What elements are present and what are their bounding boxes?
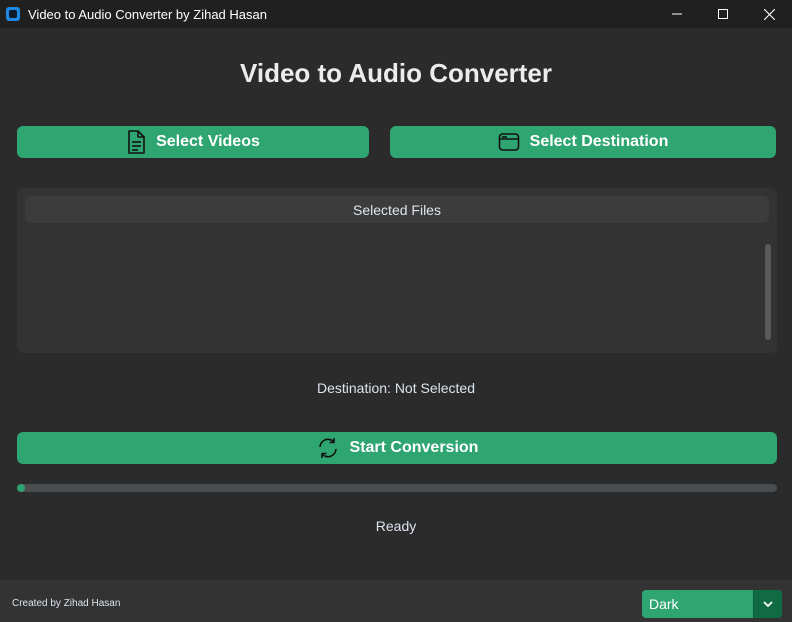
maximize-button[interactable]	[700, 0, 746, 28]
minimize-button[interactable]	[654, 0, 700, 28]
minimize-icon	[672, 9, 682, 19]
document-icon	[126, 130, 146, 154]
select-destination-label: Select Destination	[529, 133, 669, 150]
theme-dropdown[interactable]: Dark	[642, 590, 782, 618]
close-icon	[763, 8, 775, 20]
destination-label: Destination: Not Selected	[317, 380, 475, 396]
close-button[interactable]	[746, 0, 792, 28]
select-videos-label: Select Videos	[156, 133, 260, 150]
chevron-down-icon[interactable]	[753, 590, 782, 618]
footer: Created by Zihad Hasan Dark	[0, 580, 792, 622]
title-bar: Video to Audio Converter by Zihad Hasan	[0, 0, 792, 28]
selected-files-header: Selected Files	[25, 196, 769, 223]
selected-files-panel[interactable]: Selected Files	[17, 188, 777, 353]
folder-icon	[498, 132, 520, 152]
maximize-icon	[718, 9, 728, 19]
page-title: Video to Audio Converter	[239, 58, 553, 88]
window-controls	[654, 0, 792, 28]
progress-bar	[17, 484, 777, 492]
theme-dropdown-value: Dark	[649, 596, 679, 612]
start-conversion-label: Start Conversion	[349, 439, 479, 456]
window-title: Video to Audio Converter by Zihad Hasan	[28, 6, 267, 22]
refresh-icon	[316, 436, 340, 460]
progress-fill	[17, 484, 25, 492]
status-text: Ready	[375, 518, 417, 534]
select-videos-button[interactable]: Select Videos	[17, 126, 369, 158]
files-scrollbar[interactable]	[765, 244, 771, 340]
select-destination-button[interactable]: Select Destination	[390, 126, 776, 158]
start-conversion-button[interactable]: Start Conversion	[17, 432, 777, 464]
app-icon	[6, 7, 20, 21]
credit-text: Created by Zihad Hasan	[12, 598, 121, 609]
